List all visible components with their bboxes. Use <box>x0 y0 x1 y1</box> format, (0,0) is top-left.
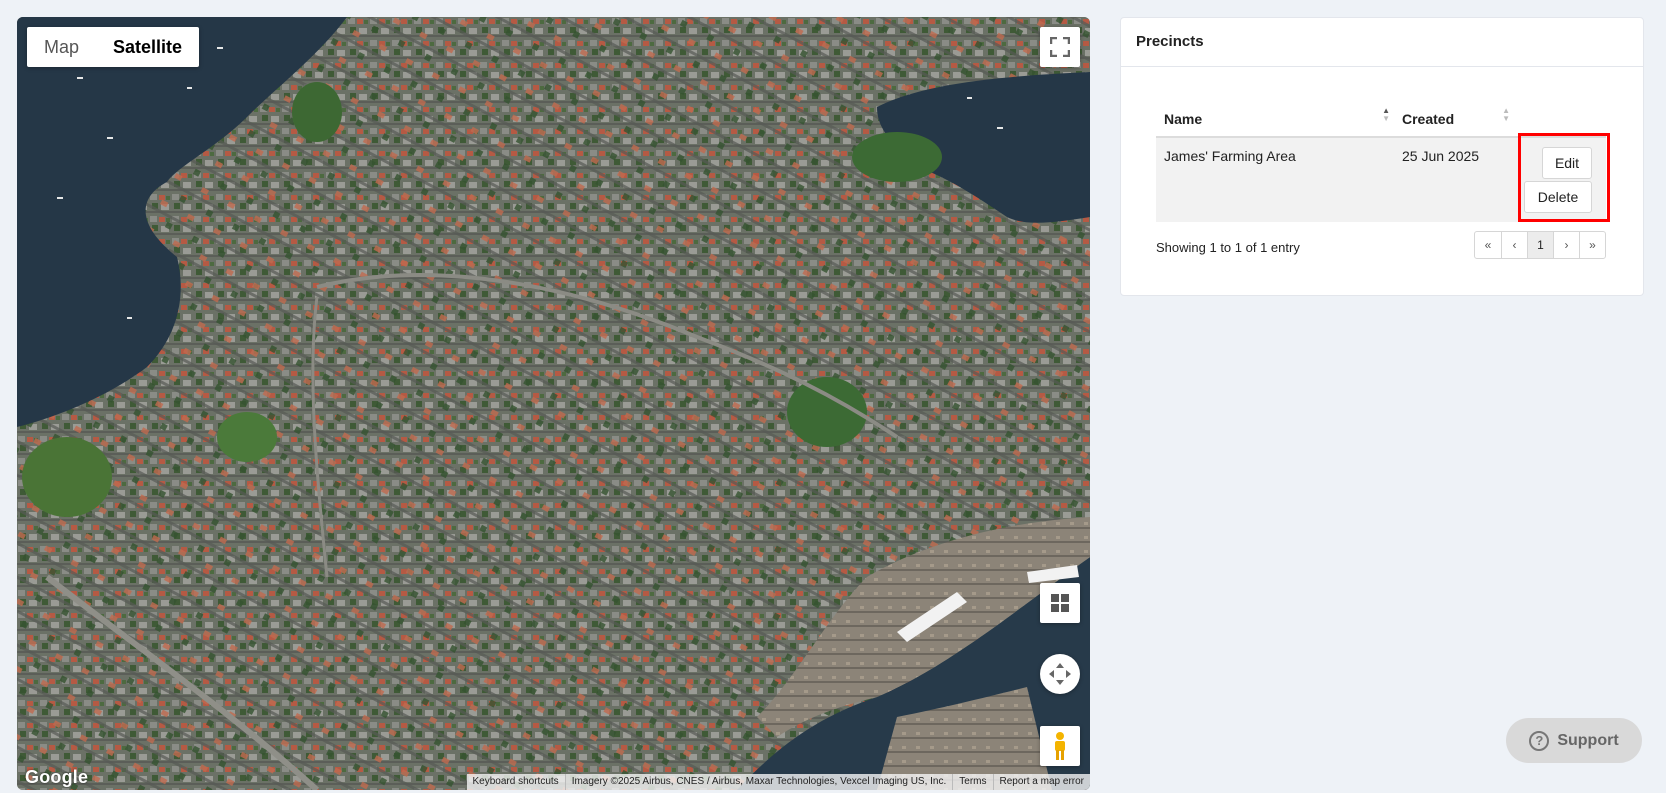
table-row: James' Farming Area 25 Jun 2025 Edit Del… <box>1156 138 1606 222</box>
report-map-error-link[interactable]: Report a map error <box>992 774 1090 790</box>
map-type-control: Map Satellite <box>27 27 200 67</box>
pager-next-button[interactable]: › <box>1553 232 1579 258</box>
pager-first-button[interactable]: « <box>1475 232 1501 258</box>
edit-button[interactable]: Edit <box>1542 147 1592 179</box>
map-type-map-button[interactable]: Map <box>27 27 96 67</box>
fullscreen-button[interactable] <box>1040 27 1080 67</box>
pager-page-button[interactable]: 1 <box>1527 232 1553 258</box>
google-logo: Google <box>25 767 89 787</box>
column-header-name[interactable]: Name ▲ ▼ <box>1156 107 1394 128</box>
pegman-icon <box>1055 732 1065 760</box>
precincts-table: Name ▲ ▼ Created ▲ ▼ James' Farming Area 2… <box>1156 102 1606 222</box>
sort-icon: ▲ ▼ <box>1502 106 1510 123</box>
map-type-satellite-button[interactable]: Satellite <box>96 27 199 67</box>
cell-actions: Edit Delete <box>1514 138 1606 222</box>
map-view[interactable]: Map Satellite Google Keyboard shortcuts <box>17 17 1090 790</box>
layers-icon <box>1051 594 1069 612</box>
cell-created: 25 Jun 2025 <box>1402 148 1480 164</box>
camera-control-button[interactable] <box>1040 654 1080 694</box>
precincts-panel: Precincts Name ▲ ▼ Created ▲ ▼ James' Farm… <box>1120 17 1644 296</box>
pager-prev-button[interactable]: ‹ <box>1501 232 1527 258</box>
street-view-button[interactable] <box>1040 726 1080 766</box>
terms-link[interactable]: Terms <box>952 774 992 790</box>
pagination: « ‹ 1 › » <box>1474 231 1606 259</box>
layers-button[interactable] <box>1040 583 1080 623</box>
column-header-created[interactable]: Created ▲ ▼ <box>1394 107 1514 128</box>
help-icon: ? <box>1529 730 1550 751</box>
sort-icon: ▲ ▼ <box>1382 106 1390 123</box>
support-label: Support <box>1557 731 1619 749</box>
rotate-icon <box>1049 663 1071 685</box>
table-info: Showing 1 to 1 of 1 entry <box>1156 240 1300 255</box>
cell-name: James' Farming Area <box>1164 148 1296 164</box>
keyboard-shortcuts-link[interactable]: Keyboard shortcuts <box>467 774 565 790</box>
map-attribution: Keyboard shortcuts Imagery ©2025 Airbus,… <box>466 774 1090 790</box>
satellite-imagery[interactable] <box>17 17 1090 790</box>
imagery-credit: Imagery ©2025 Airbus, CNES / Airbus, Max… <box>564 774 953 790</box>
column-header-created-label: Created <box>1402 111 1455 127</box>
table-header: Name ▲ ▼ Created ▲ ▼ <box>1156 102 1606 138</box>
column-header-name-label: Name <box>1164 111 1203 127</box>
pager-last-button[interactable]: » <box>1579 232 1605 258</box>
support-button[interactable]: ? Support <box>1506 718 1642 763</box>
fullscreen-icon <box>1050 37 1070 57</box>
panel-title: Precincts <box>1121 18 1643 67</box>
delete-button[interactable]: Delete <box>1524 181 1592 213</box>
